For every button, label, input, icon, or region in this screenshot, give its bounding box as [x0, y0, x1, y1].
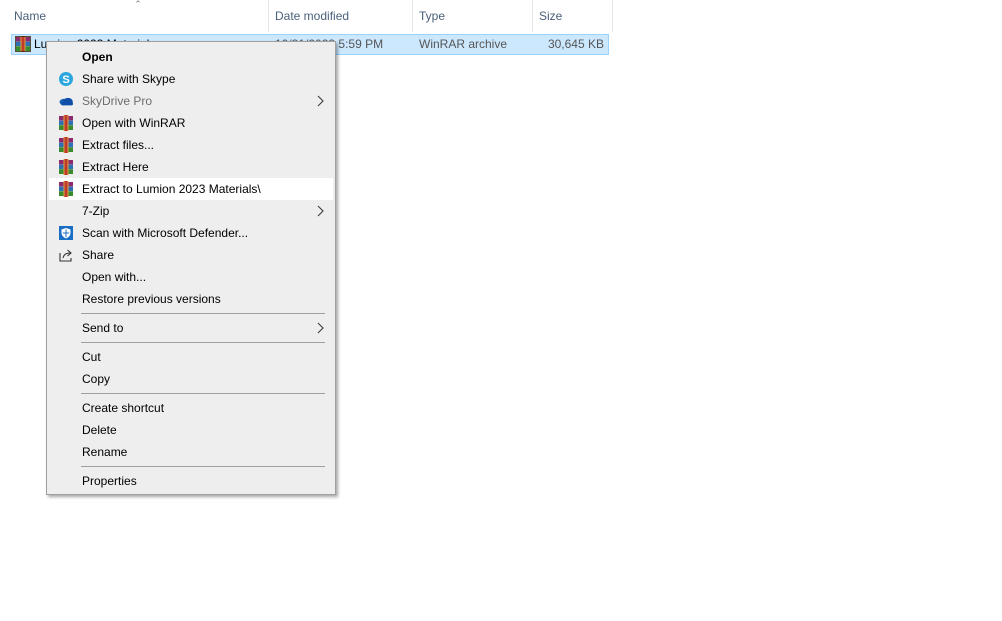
menu-item-share-with-skype[interactable]: S Share with Skype: [49, 68, 333, 90]
share-icon: [59, 249, 72, 262]
menu-item-label: Copy: [82, 372, 111, 386]
menu-item-create-shortcut[interactable]: Create shortcut: [49, 397, 333, 419]
menu-item-copy[interactable]: Copy: [49, 368, 333, 390]
menu-item-extract-to-folder[interactable]: Extract to Lumion 2023 Materials\: [49, 178, 333, 200]
sort-ascending-icon: ⌃: [134, 0, 142, 9]
chevron-right-icon: [317, 200, 325, 217]
winrar-icon: [59, 181, 73, 197]
menu-item-label: Delete: [82, 423, 117, 437]
menu-item-label: Rename: [82, 445, 128, 459]
menu-item-label: SkyDrive Pro: [82, 94, 153, 108]
menu-item-rename[interactable]: Rename: [49, 441, 333, 463]
column-date-modified[interactable]: Date modified: [268, 0, 412, 32]
menu-item-label: Open with...: [82, 270, 147, 284]
menu-item-restore-previous-versions[interactable]: Restore previous versions: [49, 288, 333, 310]
menu-item-cut[interactable]: Cut: [49, 346, 333, 368]
menu-separator: [81, 466, 325, 467]
winrar-archive-icon: [15, 36, 31, 52]
menu-item-share[interactable]: Share: [49, 244, 333, 266]
menu-item-label: Cut: [82, 350, 101, 364]
menu-item-delete[interactable]: Delete: [49, 419, 333, 441]
menu-item-extract-here[interactable]: Extract Here: [49, 156, 333, 178]
menu-separator: [81, 342, 325, 343]
winrar-icon: [59, 159, 73, 175]
menu-item-label: Extract to Lumion 2023 Materials\: [82, 182, 261, 196]
menu-item-scan-with-defender[interactable]: Scan with Microsoft Defender...: [49, 222, 333, 244]
menu-item-label: Scan with Microsoft Defender...: [82, 226, 249, 240]
defender-icon: [59, 226, 73, 240]
menu-item-open[interactable]: Open: [49, 46, 333, 68]
winrar-icon: [59, 115, 73, 131]
menu-item-label: Open with WinRAR: [82, 116, 186, 130]
menu-item-send-to[interactable]: Send to: [49, 317, 333, 339]
menu-item-properties[interactable]: Properties: [49, 470, 333, 492]
menu-item-label: Create shortcut: [82, 401, 165, 415]
winrar-icon: [59, 137, 73, 153]
menu-item-label: Extract files...: [82, 138, 155, 152]
menu-item-7zip[interactable]: 7-Zip: [49, 200, 333, 222]
skype-icon: S: [59, 72, 73, 86]
menu-item-label: Properties: [82, 474, 137, 488]
menu-item-open-with-winrar[interactable]: Open with WinRAR: [49, 112, 333, 134]
column-size[interactable]: Size: [532, 0, 612, 32]
menu-item-label: Share: [82, 248, 115, 262]
menu-item-extract-files[interactable]: Extract files...: [49, 134, 333, 156]
column-header: Name ⌃ Date modified Type Size: [0, 0, 613, 32]
chevron-right-icon: [317, 90, 325, 107]
menu-item-open-with[interactable]: Open with...: [49, 266, 333, 288]
menu-item-skydrive-pro[interactable]: SkyDrive Pro: [49, 90, 333, 112]
context-menu: Open S Share with Skype SkyDrive Pro Ope…: [46, 41, 336, 495]
menu-item-label: Send to: [82, 321, 124, 335]
chevron-right-icon: [317, 317, 325, 334]
column-divider: [612, 0, 613, 32]
file-size: 30,645 KB: [547, 37, 604, 51]
menu-item-label: Restore previous versions: [82, 292, 221, 306]
menu-item-label: 7-Zip: [82, 204, 110, 218]
menu-item-label: Open: [82, 50, 113, 64]
file-type: WinRAR archive: [419, 37, 508, 51]
menu-separator: [81, 313, 325, 314]
column-type[interactable]: Type: [412, 0, 532, 32]
onedrive-icon: [59, 97, 73, 106]
svg-text:S: S: [62, 74, 69, 86]
menu-item-label: Extract Here: [82, 160, 149, 174]
menu-item-label: Share with Skype: [82, 72, 176, 86]
menu-separator: [81, 393, 325, 394]
